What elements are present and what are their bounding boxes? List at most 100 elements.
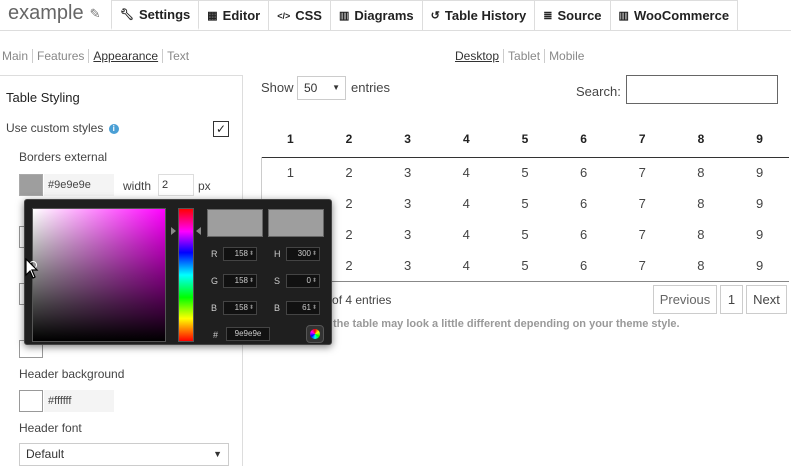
table-title-text[interactable]: example — [8, 2, 84, 25]
borders-external-swatch[interactable] — [19, 174, 43, 196]
page-1-button[interactable]: 1 — [720, 285, 743, 314]
borders-external-hex[interactable]: #9e9e9e — [44, 174, 114, 196]
header-background-swatch[interactable] — [19, 390, 43, 412]
hex-input[interactable]: 9e9e9e — [226, 327, 270, 341]
column-header[interactable]: 3 — [378, 121, 437, 158]
saturation-value-area[interactable] — [29, 208, 166, 342]
g-value: 158 — [234, 276, 248, 285]
use-custom-styles-label: Use custom styles — [6, 121, 104, 135]
column-header[interactable]: 9 — [730, 121, 789, 158]
h-input[interactable]: 300 ⬍ — [286, 247, 320, 261]
g-label: G — [211, 276, 219, 286]
brightness-input[interactable]: 61 ⬍ — [286, 301, 320, 315]
column-header[interactable]: 8 — [671, 121, 731, 158]
table-row: 1 2 3 4 5 6 7 8 9 — [261, 219, 789, 250]
spinner-icon[interactable]: ⬍ — [312, 302, 317, 314]
hue-slider-arrow-left[interactable] — [171, 227, 176, 235]
tab-diagrams[interactable]: ▥ Diagrams — [330, 0, 423, 30]
table-cell: 6 — [579, 227, 588, 242]
subtab-separator — [32, 49, 34, 63]
color-wheel-icon[interactable] — [306, 325, 324, 343]
entries-select[interactable]: 50 ▼ — [297, 76, 346, 100]
subtab-mobile[interactable]: Mobile — [549, 49, 584, 63]
spinner-icon[interactable]: ⬍ — [312, 275, 317, 287]
tab-editor[interactable]: ▦ Editor — [199, 0, 270, 30]
subtab-features[interactable]: Features — [37, 49, 84, 63]
width-label: width — [123, 179, 152, 193]
entries-label: entries — [351, 80, 391, 95]
table-cell: 7 — [638, 196, 646, 211]
tab-source[interactable]: ≣ Source — [535, 0, 611, 30]
subtab-desktop[interactable]: Desktop — [455, 49, 499, 63]
subtab-text[interactable]: Text — [167, 49, 189, 63]
spinner-icon[interactable]: ⬍ — [249, 275, 254, 287]
header-font-value: Default — [26, 447, 65, 461]
color-picker[interactable]: R 158 ⬍ G 158 ⬍ B 158 ⬍ H 300 ⬍ S 0 ⬍ B 61 ⬍ #… — [24, 199, 332, 345]
spinner-icon[interactable]: ⬍ — [249, 302, 254, 314]
column-header[interactable]: 1 — [261, 121, 320, 158]
tab-css[interactable]: </> CSS — [269, 0, 331, 30]
column-header[interactable]: 4 — [436, 121, 496, 158]
panel-title: Table Styling — [6, 90, 80, 105]
table-cell: 3 — [404, 258, 412, 273]
use-custom-styles-checkbox[interactable]: ✓ — [213, 121, 229, 137]
table-cell: 2 — [345, 165, 353, 181]
table-cell: 5 — [521, 196, 529, 211]
width-input[interactable]: 2 — [158, 174, 194, 196]
spinner-icon[interactable]: ⬍ — [249, 248, 254, 260]
hue-slider[interactable] — [178, 208, 194, 342]
tab-woocommerce[interactable]: ▥ WooCommerce — [610, 0, 739, 30]
search-label: Search: — [576, 84, 621, 99]
tab-table-history[interactable]: ↺ Table History — [422, 0, 536, 30]
tab-label: Diagrams — [354, 8, 414, 23]
tab-label: Settings — [138, 7, 191, 22]
info-icon[interactable]: i — [108, 123, 119, 134]
table-header-row: 1 2 3 4 5 6 7 8 9 — [261, 121, 789, 158]
table-cell: 3 — [404, 165, 412, 181]
bar-chart-icon: ▥ — [618, 10, 629, 22]
new-color-preview — [207, 209, 263, 237]
column-header[interactable]: 7 — [612, 121, 672, 158]
hue-slider-arrow-right[interactable] — [196, 227, 201, 235]
r-input[interactable]: 158 ⬍ — [223, 247, 257, 261]
column-header[interactable]: 2 — [319, 121, 379, 158]
table-cell: 7 — [638, 258, 646, 273]
r-label: R — [211, 249, 218, 259]
table-cell: 3 — [404, 227, 412, 242]
table-cell: 8 — [697, 258, 705, 273]
subtab-appearance[interactable]: Appearance — [93, 49, 158, 63]
h-label: H — [274, 249, 281, 259]
table-cell: 6 — [579, 258, 588, 273]
history-icon: ↺ — [430, 10, 440, 22]
header-background-hex[interactable]: #ffffff — [44, 390, 114, 412]
tab-label: Editor — [222, 8, 261, 23]
grid-icon: ▦ — [207, 10, 218, 22]
column-header[interactable]: 5 — [495, 121, 555, 158]
next-button[interactable]: Next — [746, 285, 787, 314]
table-cell: 6 — [579, 165, 588, 181]
subtab-separator — [544, 49, 546, 63]
subtab-tablet[interactable]: Tablet — [508, 49, 540, 63]
spinner-icon[interactable]: ⬍ — [312, 248, 317, 260]
r-value: 158 — [234, 249, 248, 258]
subtab-main[interactable]: Main — [2, 49, 28, 63]
search-input[interactable] — [626, 75, 778, 104]
previous-button[interactable]: Previous — [653, 285, 717, 314]
table-cell: 5 — [521, 165, 529, 181]
table-title[interactable]: example ✎ — [8, 2, 101, 25]
table-cell: 5 — [521, 258, 529, 273]
column-header[interactable]: 6 — [554, 121, 613, 158]
header-font-select[interactable]: Default ▼ — [19, 443, 229, 466]
current-color-preview[interactable] — [268, 209, 324, 237]
table-cell: 1 — [286, 165, 294, 181]
pencil-icon[interactable]: ✎ — [90, 6, 101, 22]
table-cell: 8 — [697, 227, 705, 242]
table-row: 1 2 3 4 5 6 7 8 9 — [261, 250, 789, 281]
chevron-down-icon: ▼ — [332, 83, 340, 92]
s-input[interactable]: 0 ⬍ — [286, 274, 320, 288]
g-input[interactable]: 158 ⬍ — [223, 274, 257, 288]
bar-chart-icon: ▥ — [338, 10, 350, 22]
b-value: 158 — [234, 303, 248, 312]
tab-settings[interactable]: 🔧︎ Settings — [111, 0, 200, 30]
b-input[interactable]: 158 ⬍ — [223, 301, 257, 315]
